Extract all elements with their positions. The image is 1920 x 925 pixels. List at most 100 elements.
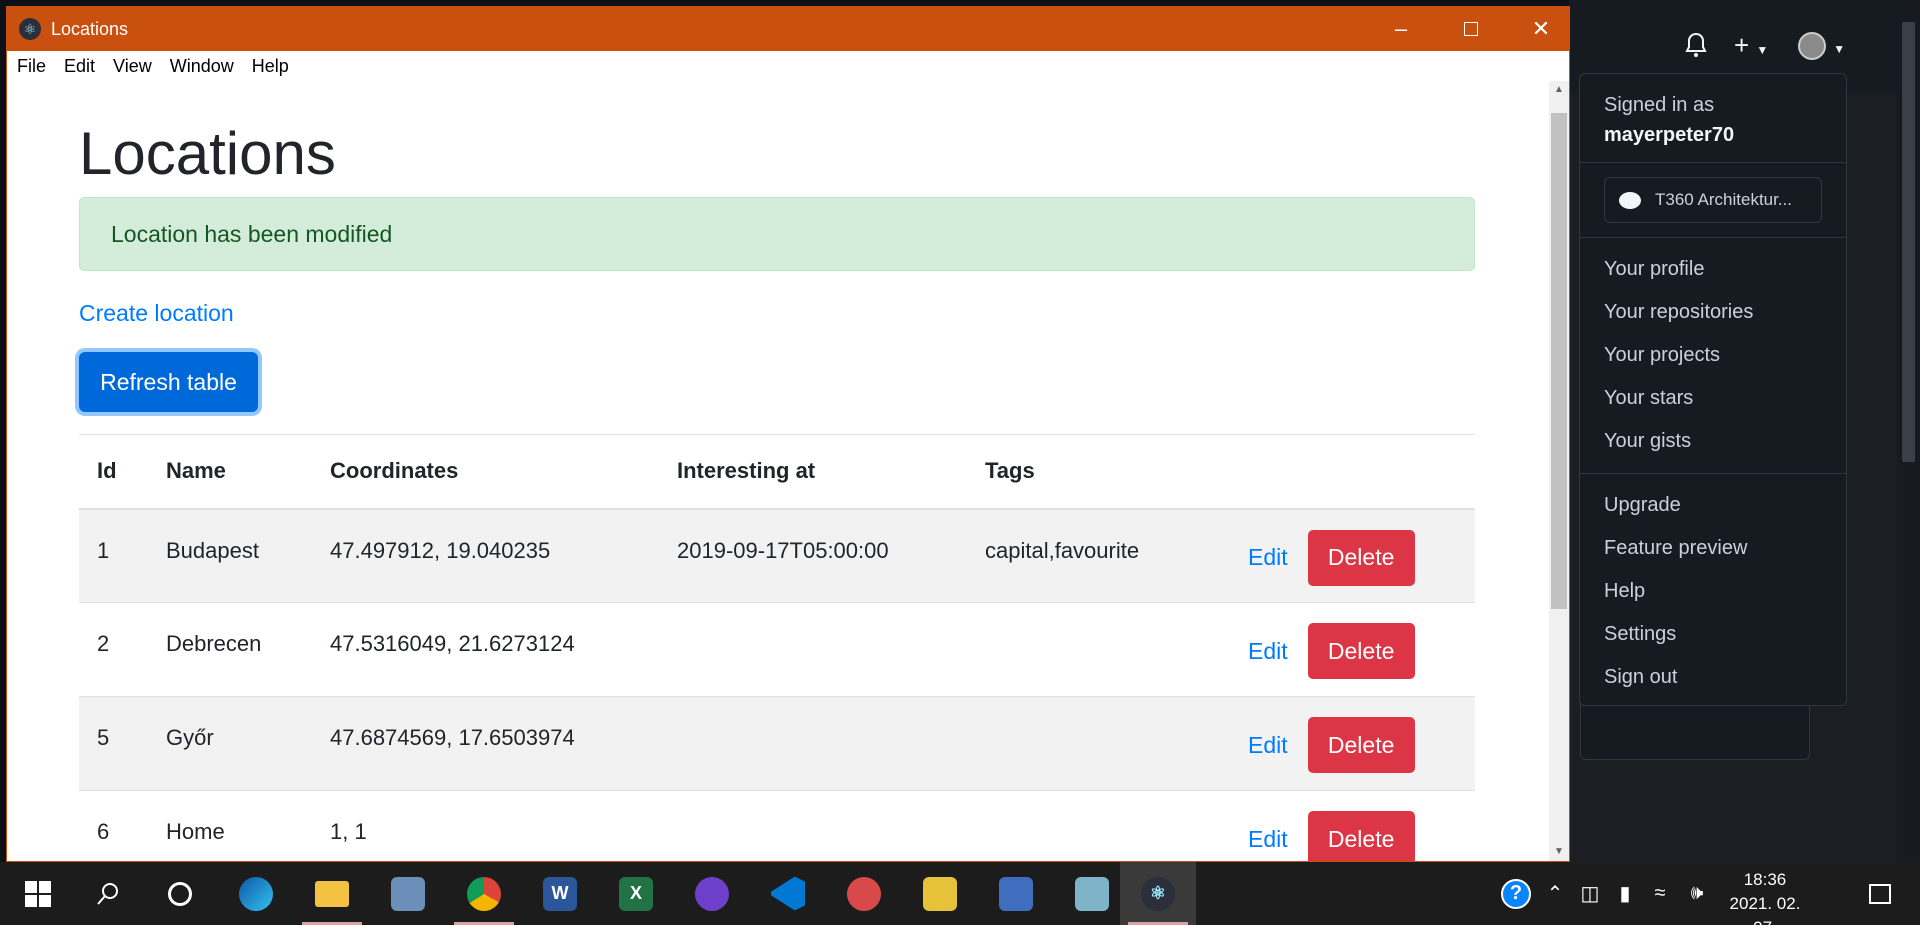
notepad-icon [1075,876,1109,911]
volume-icon[interactable]: 🕪 [1682,862,1712,925]
cell-tags [967,790,1230,861]
taskbar-edge[interactable] [218,862,294,925]
help-tray-button[interactable]: ? [1497,862,1535,925]
plus-icon[interactable]: + ▼ [1734,32,1768,58]
menu-upgrade[interactable]: Upgrade [1580,484,1846,527]
menu-your-stars[interactable]: Your stars [1580,377,1846,420]
table-row: 6 Home 1, 1 Edit Delete [79,790,1475,861]
taskbar-snipping-tool[interactable] [826,862,902,925]
app-scroll-thumb[interactable] [1551,113,1567,609]
menu-view[interactable]: View [113,56,152,77]
edit-link[interactable]: Edit [1248,544,1288,571]
app-scrollbar[interactable]: ▲ ▼ [1549,81,1569,861]
refresh-table-button[interactable]: Refresh table [79,352,258,412]
user-dropdown-menu: Signed in as mayerpeter70 T360 Architekt… [1579,73,1847,706]
delete-button[interactable]: Delete [1307,623,1415,679]
scroll-down-arrow-icon[interactable]: ▼ [1549,843,1569,861]
notification-center-button[interactable] [1855,862,1905,925]
start-button[interactable] [0,862,76,925]
battery-icon[interactable]: ▮ [1610,862,1640,925]
header-actions [1230,434,1475,510]
page-title: Locations [79,120,336,187]
create-location-link[interactable]: Create location [79,300,234,327]
system-clock[interactable]: 18:36 2021. 02. 07. [1720,868,1810,925]
table-row: 5 Győr 47.6874569, 17.6503974 Edit Delete [79,696,1475,791]
cell-name: Budapest [148,508,312,603]
cell-name: Győr [148,696,312,791]
menu-help[interactable]: Help [1580,570,1846,613]
maximize-icon [1464,22,1478,36]
menu-edit[interactable]: Edit [64,56,95,77]
delete-button[interactable]: Delete [1307,529,1415,586]
taskbar-vscode[interactable] [750,862,826,925]
taskbar-electron[interactable]: ⚛ [1120,862,1196,925]
taskbar-word[interactable]: W [522,862,598,925]
chrome-icon [467,876,501,911]
cell-actions: Edit Delete [1230,602,1475,697]
browser-scrollbar[interactable] [1897,0,1920,862]
taskbar-network-tool[interactable] [978,862,1054,925]
scissors-icon [847,876,881,911]
touch-keyboard-icon[interactable]: ◫ [1575,862,1605,925]
taskbar-database-tool[interactable] [902,862,978,925]
taskbar-remote-desktop[interactable] [370,862,446,925]
scroll-up-arrow-icon[interactable]: ▲ [1549,81,1569,99]
edit-link[interactable]: Edit [1248,638,1288,665]
window-title: Locations [51,18,129,39]
cell-tags [967,602,1230,697]
avatar[interactable]: ▼ [1798,31,1845,61]
menu-settings[interactable]: Settings [1580,613,1846,656]
taskbar-github-desktop[interactable] [674,862,750,925]
bell-icon[interactable] [1684,32,1708,62]
tray-expand-icon[interactable]: ⌃ [1540,862,1570,925]
cell-coordinates: 47.5316049, 21.6273124 [312,602,659,697]
taskbar-chrome[interactable] [446,862,522,925]
signed-in-label: Signed in as [1604,94,1715,116]
notification-icon [1869,883,1891,904]
folder-icon [315,880,349,907]
edge-icon [239,876,273,911]
browser-scroll-thumb[interactable] [1902,22,1915,462]
menu-your-projects[interactable]: Your projects [1580,334,1846,377]
wifi-icon[interactable]: ≈ [1645,862,1675,925]
header-id: Id [79,434,148,510]
menu-help[interactable]: Help [252,56,289,77]
menu-feature-preview[interactable]: Feature preview [1580,527,1846,570]
cortana-icon [168,881,192,906]
delete-button[interactable]: Delete [1307,811,1415,861]
menu-sign-out[interactable]: Sign out [1580,656,1846,699]
database-icon [923,876,957,911]
menu-your-profile[interactable]: Your profile [1580,248,1846,291]
cell-coordinates: 1, 1 [312,790,659,861]
cell-tags [967,696,1230,791]
header-tags: Tags [967,434,1230,510]
cell-tags: capital,favourite [967,508,1230,603]
delete-button[interactable]: Delete [1307,717,1415,773]
search-button[interactable] [70,862,146,925]
maximize-button[interactable] [1436,7,1506,51]
close-button[interactable]: ✕ [1506,7,1576,51]
menu-your-gists[interactable]: Your gists [1580,420,1846,463]
electron-app-icon: ⚛ [19,18,41,40]
minimize-button[interactable]: – [1366,7,1436,51]
taskbar: W X ⚛ ? ⌃ ◫ ▮ ≈ 🕪 18:36 2021. 02. 07. [0,862,1920,925]
title-bar[interactable]: ⚛ Locations – ✕ [7,7,1569,51]
network-icon [999,876,1033,911]
menu-file[interactable]: File [17,56,46,77]
taskbar-file-explorer[interactable] [294,862,370,925]
cell-interesting-at [659,696,967,791]
edit-link[interactable]: Edit [1248,826,1288,853]
menu-your-repositories[interactable]: Your repositories [1580,291,1846,334]
menu-window[interactable]: Window [170,56,234,77]
edit-link[interactable]: Edit [1248,732,1288,759]
cell-interesting-at [659,602,967,697]
table-header-row: Id Name Coordinates Interesting at Tags [79,434,1475,510]
cell-name: Debrecen [148,602,312,697]
cortana-button[interactable] [142,862,218,925]
taskbar-notes[interactable] [1054,862,1130,925]
set-status-button[interactable]: T360 Architektur... [1604,177,1822,223]
cell-id: 1 [79,508,148,603]
taskbar-excel[interactable]: X [598,862,674,925]
remote-desktop-icon [391,876,425,911]
clock-time: 18:36 [1743,870,1787,889]
